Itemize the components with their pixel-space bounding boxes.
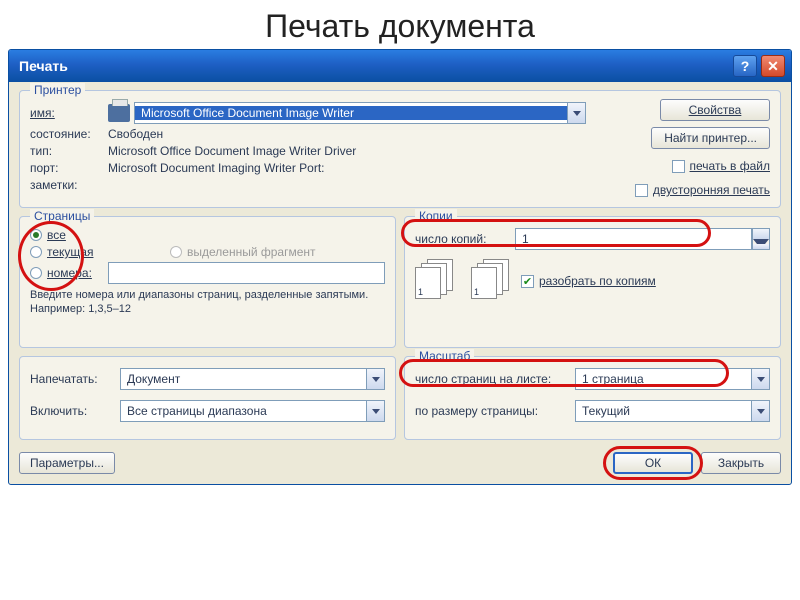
chevron-down-icon[interactable] — [366, 401, 384, 421]
type-value: Microsoft Office Document Image Writer D… — [108, 144, 356, 158]
collate-preview: 321 321 — [415, 259, 511, 297]
print-to-file-checkbox[interactable]: печать в файл — [672, 159, 770, 173]
page-heading: Печать документа — [0, 0, 800, 49]
options-button[interactable]: Параметры... — [19, 452, 115, 474]
radio-current[interactable]: текущая — [30, 245, 170, 259]
notes-label: заметки: — [30, 178, 108, 192]
pages-group-title: Страницы — [30, 209, 94, 223]
find-printer-button[interactable]: Найти принтер... — [651, 127, 770, 149]
print-what-group: Напечатать: Документ Включить: Все стран… — [19, 356, 396, 440]
close-button[interactable]: Закрыть — [701, 452, 781, 474]
titlebar: Печать ? ✕ — [9, 50, 791, 82]
pages-hint: Введите номера или диапазоны страниц, ра… — [30, 288, 385, 317]
help-button[interactable]: ? — [733, 55, 757, 77]
copies-spinner[interactable] — [752, 228, 770, 250]
spin-up-icon[interactable] — [753, 229, 769, 239]
radio-all[interactable]: все — [30, 228, 385, 242]
status-value: Свободен — [108, 127, 163, 141]
dialog-title: Печать — [15, 58, 729, 74]
chevron-down-icon[interactable] — [567, 103, 585, 123]
page-numbers-input[interactable] — [108, 262, 385, 284]
radio-numbers-row: номера: — [30, 262, 385, 284]
radio-selection: выделенный фрагмент — [170, 245, 316, 259]
include-select[interactable]: Все страницы диапазона — [120, 400, 385, 422]
radio-numbers[interactable]: номера: — [30, 266, 108, 280]
close-window-button[interactable]: ✕ — [761, 55, 785, 77]
printer-name-label: имя: — [30, 106, 108, 120]
chevron-down-icon[interactable] — [751, 369, 769, 389]
chevron-down-icon[interactable] — [366, 369, 384, 389]
printer-name-select[interactable]: Microsoft Office Document Image Writer — [134, 102, 586, 124]
copies-count-input[interactable]: 1 — [515, 228, 752, 250]
port-label: порт: — [30, 161, 108, 175]
per-sheet-label: число страниц на листе: — [415, 372, 575, 386]
printer-icon — [108, 104, 130, 122]
printer-group: Принтер имя: Microsoft Office Document I… — [19, 90, 781, 208]
port-value: Microsoft Document Imaging Writer Port: — [108, 161, 325, 175]
ok-button[interactable]: ОК — [613, 452, 693, 474]
properties-button[interactable]: Свойства — [660, 99, 770, 121]
copies-count-label: число копий: — [415, 232, 515, 246]
print-what-label: Напечатать: — [30, 372, 120, 386]
fit-label: по размеру страницы: — [415, 404, 575, 418]
collate-checkbox[interactable]: ✔разобрать по копиям — [521, 274, 656, 288]
type-label: тип: — [30, 144, 108, 158]
pages-group: Страницы все текущая выделенный фрагмент… — [19, 216, 396, 348]
scale-group: Масштаб число страниц на листе: 1 страни… — [404, 356, 781, 440]
copies-group: Копии число копий: 1 321 321 — [404, 216, 781, 348]
copies-group-title: Копии — [415, 209, 457, 223]
print-what-select[interactable]: Документ — [120, 368, 385, 390]
include-label: Включить: — [30, 404, 120, 418]
fit-select[interactable]: Текущий — [575, 400, 770, 422]
scale-group-title: Масштаб — [415, 349, 474, 363]
per-sheet-select[interactable]: 1 страница — [575, 368, 770, 390]
print-dialog: Печать ? ✕ Принтер имя: Microsoft Office… — [8, 49, 792, 485]
printer-group-title: Принтер — [30, 83, 85, 97]
status-label: состояние: — [30, 127, 108, 141]
duplex-checkbox[interactable]: двусторонняя печать — [635, 183, 770, 197]
spin-down-icon[interactable] — [753, 239, 769, 249]
chevron-down-icon[interactable] — [751, 401, 769, 421]
